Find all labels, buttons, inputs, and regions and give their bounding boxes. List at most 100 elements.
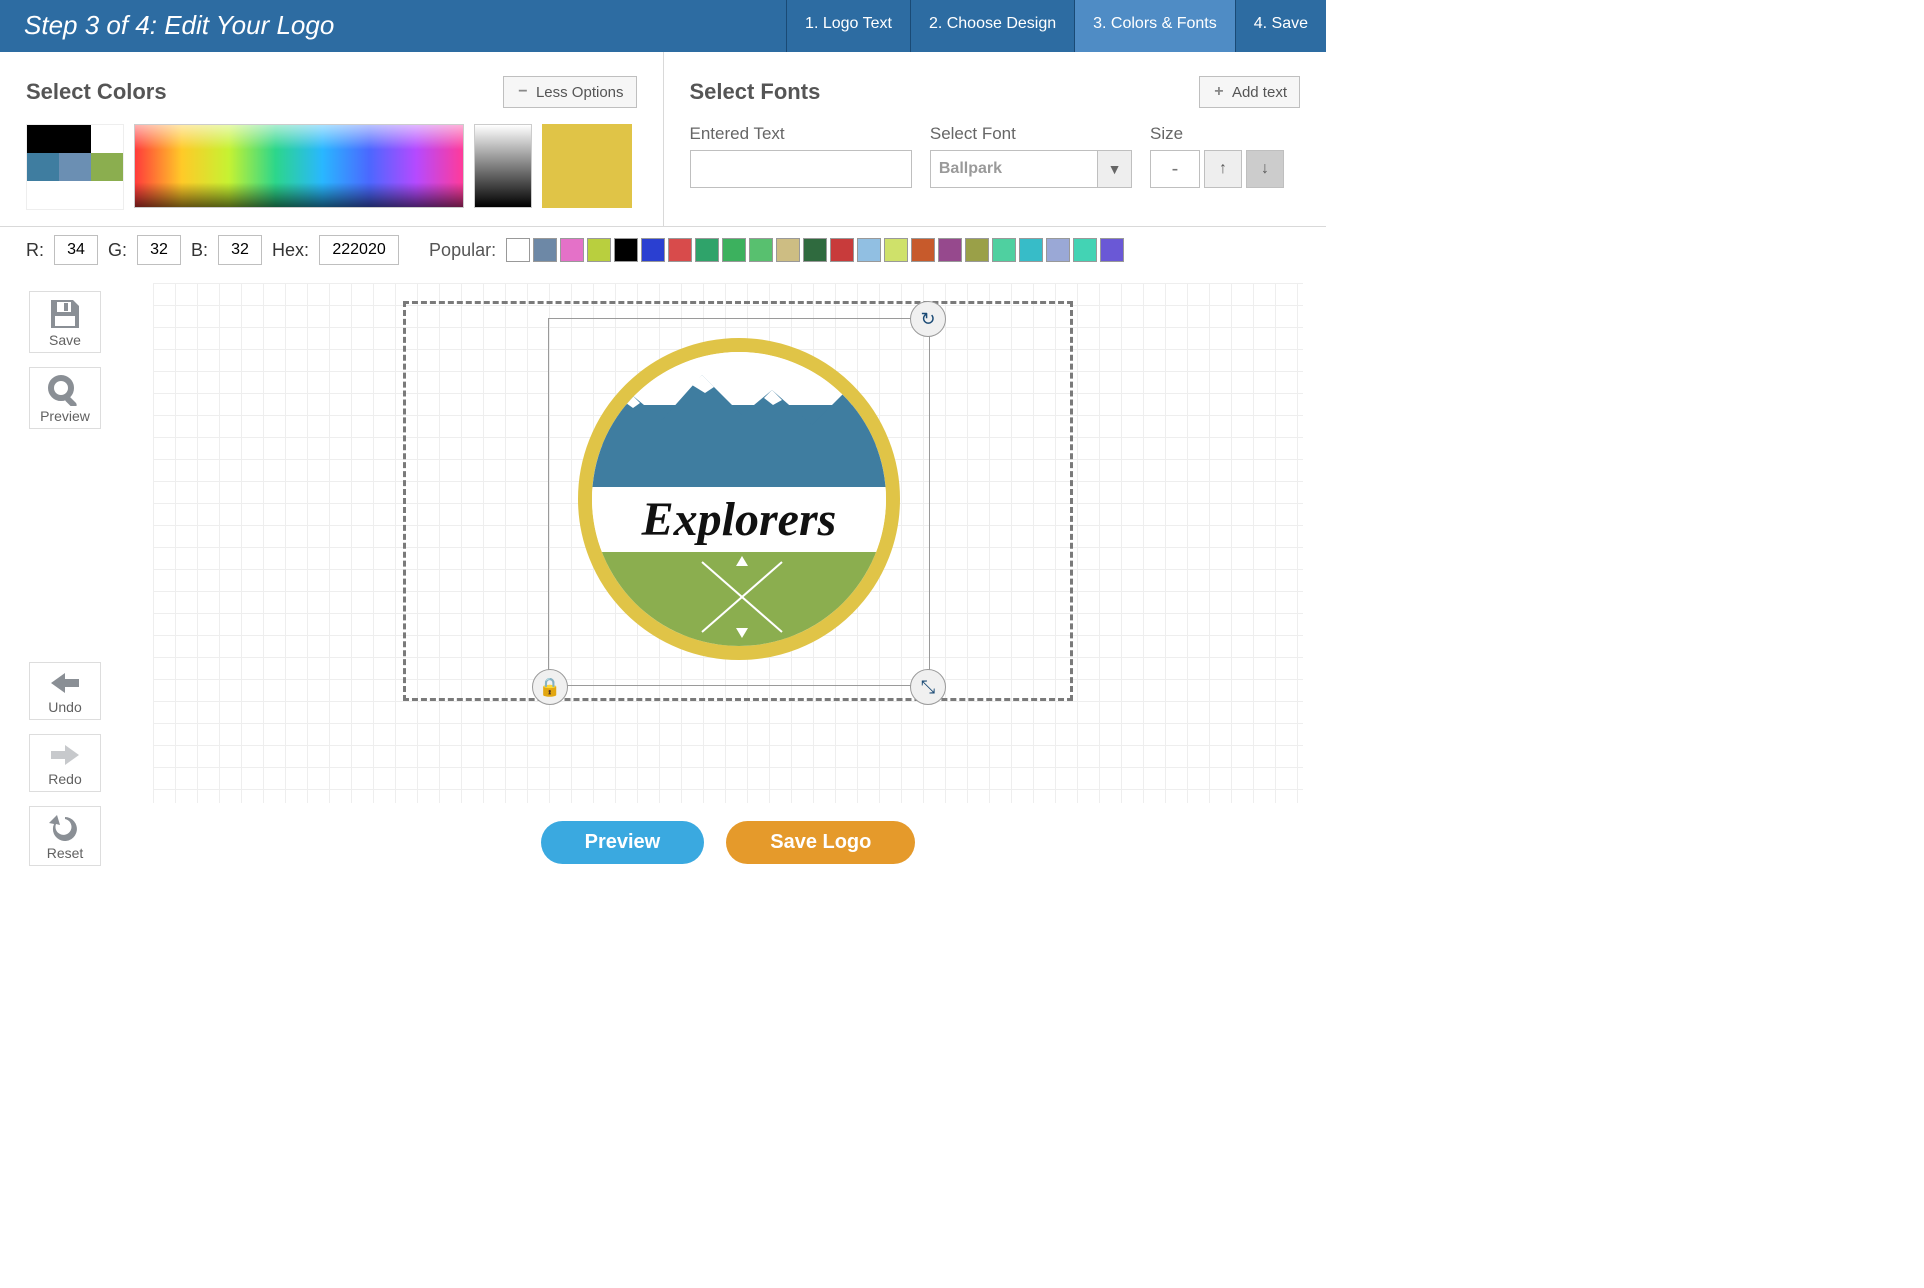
logo-ground: [592, 552, 886, 646]
preview-tool-label: Preview: [34, 408, 96, 424]
palette-swatch[interactable]: [27, 153, 59, 181]
tab-logo-text[interactable]: 1. Logo Text: [786, 0, 910, 52]
popular-color-swatch[interactable]: [965, 238, 989, 262]
size-value: -: [1150, 150, 1200, 188]
save-tool-label: Save: [34, 332, 96, 348]
tab-save[interactable]: 4. Save: [1235, 0, 1326, 52]
logo-mountains: [592, 405, 886, 487]
canvas[interactable]: ↻ ⤡ 🔒 Explorers: [153, 283, 1303, 803]
palette-swatch[interactable]: [91, 153, 123, 181]
minus-icon: −: [516, 83, 530, 101]
select-font-label: Select Font: [930, 124, 1132, 144]
tab-colors-fonts[interactable]: 3. Colors & Fonts: [1074, 0, 1235, 52]
popular-color-swatch[interactable]: [830, 238, 854, 262]
b-input[interactable]: [218, 235, 262, 265]
arrow-right-icon: [47, 741, 83, 769]
popular-color-swatch[interactable]: [884, 238, 908, 262]
canvas-wrap: ↻ ⤡ 🔒 Explorers Preview Save Logo: [130, 273, 1326, 884]
g-label: G:: [108, 240, 127, 261]
popular-color-swatch[interactable]: [587, 238, 611, 262]
popular-color-swatch[interactable]: [1019, 238, 1043, 262]
popular-color-swatch[interactable]: [938, 238, 962, 262]
palette-grid[interactable]: [26, 124, 124, 210]
popular-color-swatch[interactable]: [776, 238, 800, 262]
popular-color-swatch[interactable]: [722, 238, 746, 262]
save-logo-button[interactable]: Save Logo: [726, 821, 915, 864]
palette-swatch[interactable]: [59, 125, 91, 153]
hex-input[interactable]: [319, 235, 399, 265]
select-colors-title: Select Colors: [26, 79, 503, 105]
add-text-button[interactable]: + Add text: [1199, 76, 1300, 108]
font-select[interactable]: ▼: [930, 150, 1132, 188]
step-tabs: 1. Logo Text 2. Choose Design 3. Colors …: [786, 0, 1326, 52]
popular-color-swatch[interactable]: [506, 238, 530, 262]
popular-color-swatch[interactable]: [695, 238, 719, 262]
popular-colors: [506, 238, 1124, 262]
add-text-label: Add text: [1232, 84, 1287, 101]
palette-swatch[interactable]: [91, 181, 123, 209]
tool-sidebar: Save Preview Undo Redo Reset: [0, 273, 130, 884]
size-label: Size: [1150, 124, 1300, 144]
popular-color-swatch[interactable]: [1073, 238, 1097, 262]
redo-tool-label: Redo: [34, 771, 96, 787]
size-increase-button[interactable]: ↑: [1204, 150, 1242, 188]
grayscale-bar[interactable]: [474, 124, 532, 208]
reset-tool[interactable]: Reset: [29, 806, 101, 866]
lock-handle[interactable]: 🔒: [532, 669, 568, 705]
popular-color-swatch[interactable]: [911, 238, 935, 262]
action-row: Preview Save Logo: [130, 821, 1326, 864]
palette-swatch[interactable]: [91, 125, 123, 153]
lock-icon: 🔒: [539, 677, 561, 698]
popular-color-swatch[interactable]: [1046, 238, 1070, 262]
popular-color-swatch[interactable]: [1100, 238, 1124, 262]
save-icon: [47, 298, 83, 330]
undo-tool[interactable]: Undo: [29, 662, 101, 720]
logo[interactable]: Explorers: [578, 338, 900, 660]
preview-tool[interactable]: Preview: [29, 367, 101, 429]
entered-text-label: Entered Text: [690, 124, 912, 144]
save-tool[interactable]: Save: [29, 291, 101, 353]
less-options-label: Less Options: [536, 84, 624, 101]
size-decrease-button[interactable]: ↓: [1246, 150, 1284, 188]
popular-color-swatch[interactable]: [992, 238, 1016, 262]
rotate-handle[interactable]: ↻: [910, 301, 946, 337]
arrow-left-icon: [47, 669, 83, 697]
less-options-button[interactable]: − Less Options: [503, 76, 637, 108]
chevron-down-icon[interactable]: ▼: [1098, 150, 1132, 188]
redo-tool[interactable]: Redo: [29, 734, 101, 792]
plus-icon: +: [1212, 83, 1226, 101]
work-area: Save Preview Undo Redo Reset ↻ ⤡ 🔒: [0, 273, 1326, 884]
b-label: B:: [191, 240, 208, 261]
entered-text-input[interactable]: [690, 150, 912, 188]
resize-handle[interactable]: ⤡: [910, 669, 946, 705]
tab-choose-design[interactable]: 2. Choose Design: [910, 0, 1074, 52]
popular-color-swatch[interactable]: [560, 238, 584, 262]
popular-color-swatch[interactable]: [533, 238, 557, 262]
magnifier-icon: [47, 374, 83, 406]
color-spectrum[interactable]: [134, 124, 464, 208]
preview-button[interactable]: Preview: [541, 821, 705, 864]
arrow-down-icon: ↓: [1261, 160, 1269, 177]
popular-color-swatch[interactable]: [803, 238, 827, 262]
option-panels: Select Colors − Less Options Select Font…: [0, 52, 1326, 227]
arrow-up-icon: ↑: [1219, 160, 1227, 177]
palette-swatch[interactable]: [27, 125, 59, 153]
palette-swatch[interactable]: [59, 153, 91, 181]
palette-swatch[interactable]: [27, 181, 59, 209]
popular-color-swatch[interactable]: [614, 238, 638, 262]
undo-tool-label: Undo: [34, 699, 96, 715]
header: Step 3 of 4: Edit Your Logo 1. Logo Text…: [0, 0, 1326, 52]
select-colors-panel: Select Colors − Less Options: [0, 52, 664, 226]
r-label: R:: [26, 240, 44, 261]
page-title: Step 3 of 4: Edit Your Logo: [0, 0, 786, 52]
popular-color-swatch[interactable]: [668, 238, 692, 262]
r-input[interactable]: [54, 235, 98, 265]
popular-color-swatch[interactable]: [749, 238, 773, 262]
rotate-icon: ↻: [920, 309, 935, 330]
g-input[interactable]: [137, 235, 181, 265]
reset-icon: [47, 813, 83, 843]
popular-color-swatch[interactable]: [857, 238, 881, 262]
popular-color-swatch[interactable]: [641, 238, 665, 262]
palette-swatch[interactable]: [59, 181, 91, 209]
font-select-value[interactable]: [930, 150, 1098, 188]
